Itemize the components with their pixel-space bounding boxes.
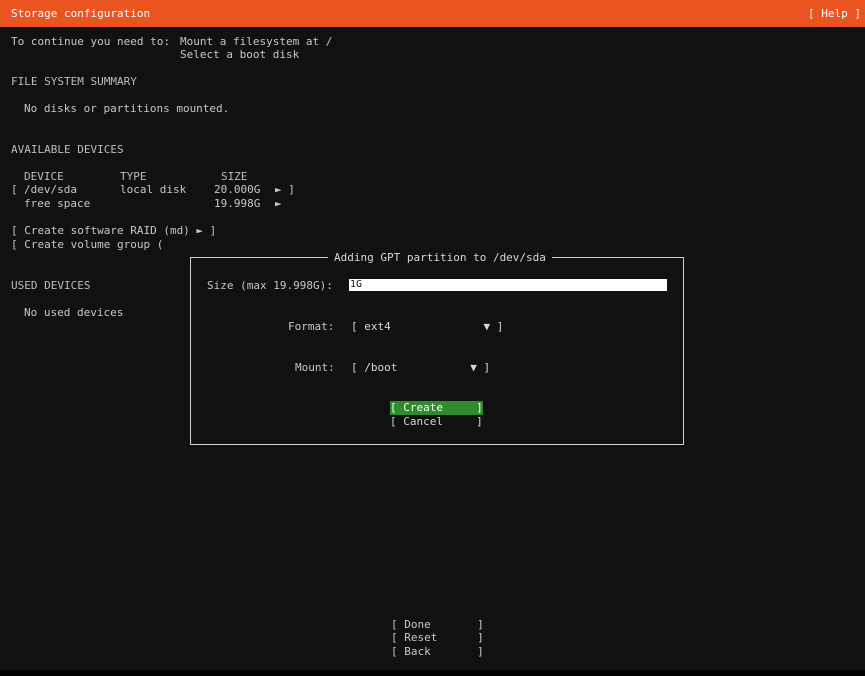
device-name: /dev/sda xyxy=(24,183,77,196)
row-bracket: [ xyxy=(11,183,18,196)
add-partition-dialog: Adding GPT partition to /dev/sda Size (m… xyxy=(190,251,684,445)
cancel-button[interactable]: [ Cancel ] xyxy=(390,415,483,429)
column-header-device: DEVICE xyxy=(24,170,64,183)
column-header-type: TYPE xyxy=(120,170,147,183)
device-type: local disk xyxy=(120,183,187,196)
create-button[interactable]: [ Create ] xyxy=(390,401,483,415)
column-header-size: SIZE xyxy=(221,170,248,183)
header-bar: Storage configuration [ Help ] xyxy=(0,0,865,27)
device-name: free space xyxy=(24,197,91,210)
mount-select[interactable]: [ /boot ▼ ] xyxy=(351,361,490,375)
used-devices-empty: No used devices xyxy=(24,306,124,319)
create-raid-button[interactable]: [ Create software RAID (md) ► ] xyxy=(11,224,216,238)
format-label: Format: xyxy=(288,320,335,333)
fs-summary-heading: FILE SYSTEM SUMMARY xyxy=(11,75,137,88)
available-devices-heading: AVAILABLE DEVICES xyxy=(11,143,124,156)
dialog-title: Adding GPT partition to /dev/sda xyxy=(328,251,552,265)
device-menu-arrow[interactable]: ► xyxy=(275,197,282,211)
size-input[interactable] xyxy=(349,279,667,291)
device-size: 19.998G xyxy=(214,197,261,210)
requirements-prefix: To continue you need to: xyxy=(11,35,170,48)
create-volume-group-button[interactable]: [ Create volume group ( xyxy=(11,238,163,252)
requirement-item: Mount a filesystem at / xyxy=(180,35,333,48)
fs-summary-empty: No disks or partitions mounted. xyxy=(24,102,230,115)
size-label: Size (max 19.998G): xyxy=(207,279,333,292)
format-select[interactable]: [ ext4 ▼ ] xyxy=(351,320,503,334)
requirement-item: Select a boot disk xyxy=(180,48,300,61)
device-menu-arrow[interactable]: ► ] xyxy=(275,183,295,197)
device-size: 20.000G xyxy=(214,183,261,196)
used-devices-heading: USED DEVICES xyxy=(11,279,91,292)
mount-label: Mount: xyxy=(295,361,335,374)
page-title: Storage configuration xyxy=(11,7,151,20)
bottom-bar xyxy=(0,670,865,676)
help-button[interactable]: [ Help ] xyxy=(808,7,861,21)
reset-button[interactable]: [ Reset ] xyxy=(391,631,484,645)
done-button[interactable]: [ Done ] xyxy=(391,618,484,632)
back-button[interactable]: [ Back ] xyxy=(391,645,484,659)
